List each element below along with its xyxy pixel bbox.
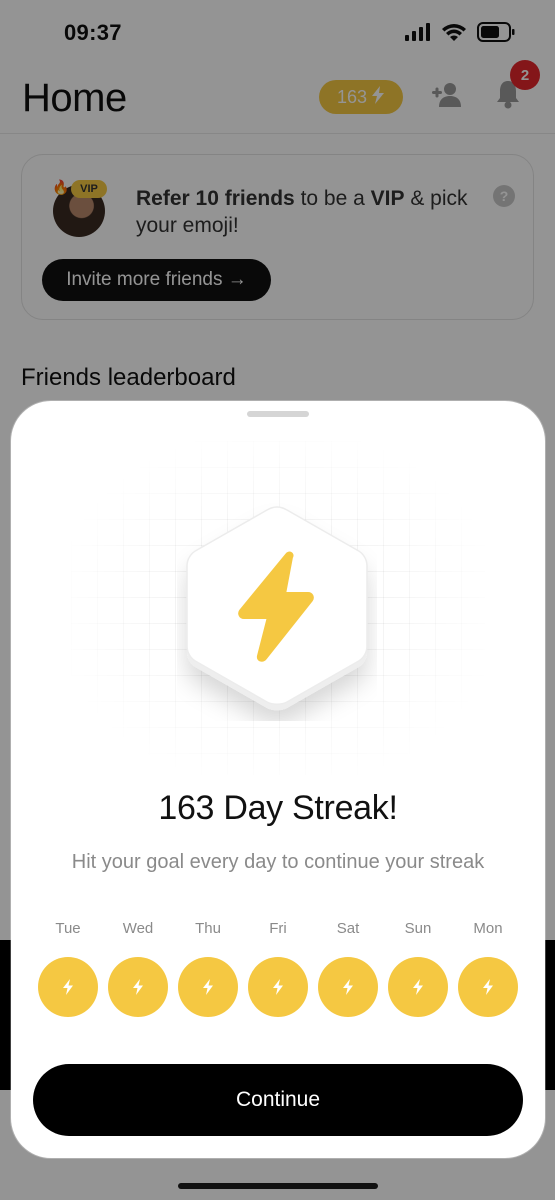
day-streak-circle [318, 957, 378, 1017]
lightning-icon [483, 979, 493, 995]
lightning-icon [63, 979, 73, 995]
day-label: Sun [404, 920, 432, 937]
continue-button[interactable]: Continue [33, 1064, 523, 1136]
day-streak-circle [38, 957, 98, 1017]
home-indicator[interactable] [178, 1183, 378, 1189]
day-streak-circle [108, 957, 168, 1017]
streak-title: 163 Day Streak! [158, 789, 398, 827]
streak-sheet: 163 Day Streak! Hit your goal every day … [11, 401, 545, 1158]
day-label: Sat [336, 920, 360, 937]
day-tue: Tue [38, 920, 98, 1020]
day-label: Wed [122, 920, 154, 937]
day-label: Tue [55, 920, 81, 937]
streak-badge [177, 501, 377, 721]
day-streak-circle [458, 957, 518, 1017]
lightning-icon [413, 979, 423, 995]
sheet-grabber[interactable] [247, 411, 309, 417]
lightning-icon [273, 979, 283, 995]
day-streak-circle [178, 957, 238, 1017]
day-fri: Fri [248, 920, 308, 1020]
day-sun: Sun [388, 920, 448, 1020]
day-mon: Mon [458, 920, 518, 1020]
day-label: Fri [269, 920, 287, 937]
day-streak-circle [388, 957, 448, 1017]
streak-days: Tue Wed Thu Fri Sat Sun Mon [38, 920, 518, 1020]
day-sat: Sat [318, 920, 378, 1020]
day-wed: Wed [108, 920, 168, 1020]
lightning-icon [133, 979, 143, 995]
lightning-icon [343, 979, 353, 995]
day-label: Thu [195, 920, 221, 937]
day-streak-circle [248, 957, 308, 1017]
streak-subtitle: Hit your goal every day to continue your… [71, 851, 485, 873]
day-thu: Thu [178, 920, 238, 1020]
lightning-icon [203, 979, 213, 995]
day-label: Mon [473, 920, 503, 937]
